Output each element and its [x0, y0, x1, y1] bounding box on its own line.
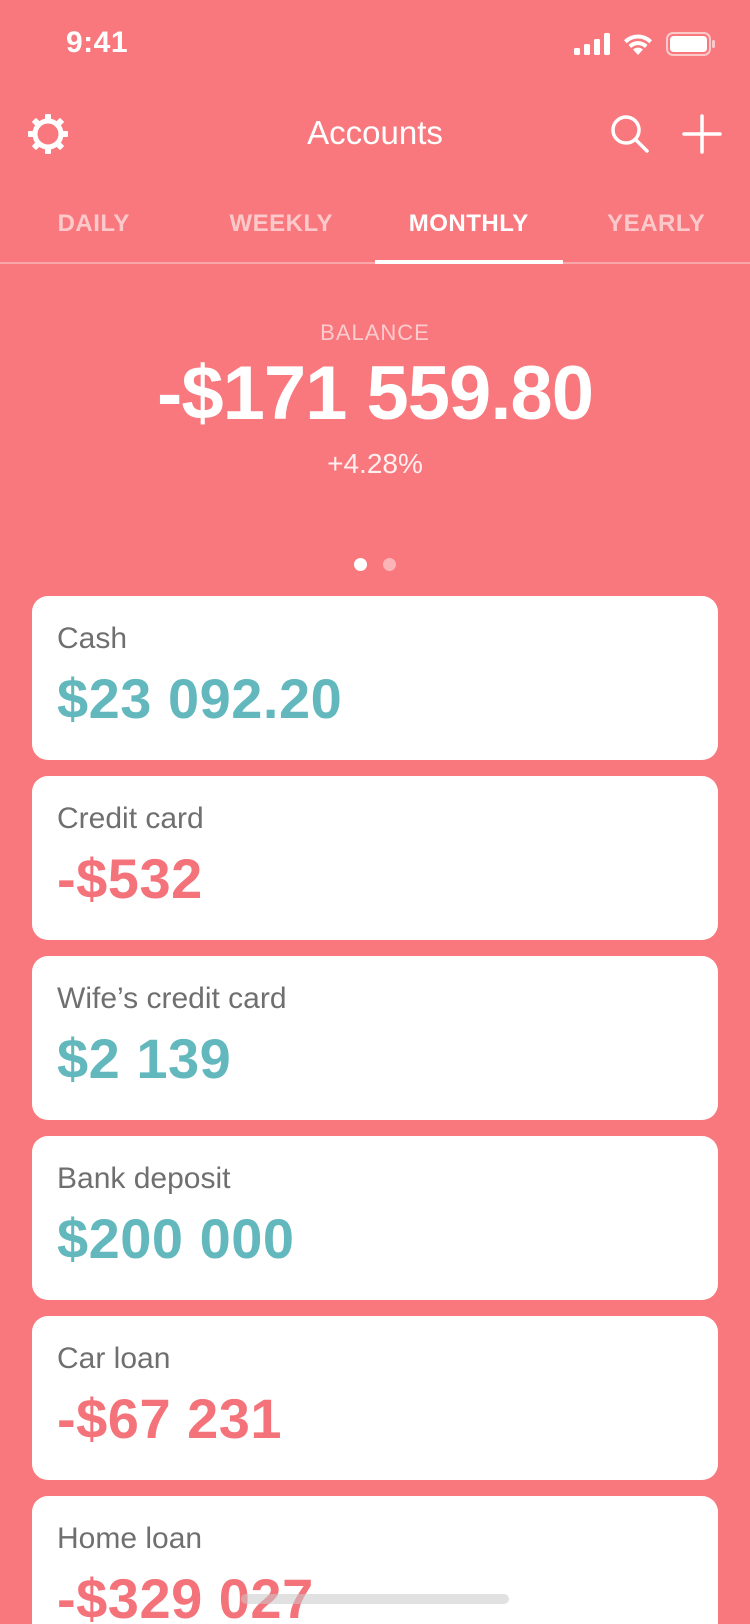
wifi-icon	[624, 34, 652, 55]
accounts-screen: 9:41 Accounts DAILY WEEKLY MONTHLY YEARL…	[0, 0, 750, 1624]
plus-icon	[682, 114, 722, 154]
account-amount: $200 000	[57, 1207, 295, 1270]
account-card-credit-card[interactable]: Credit card -$532	[32, 776, 718, 940]
account-card-car-loan[interactable]: Car loan -$67 231	[32, 1316, 718, 1480]
battery-icon	[666, 32, 715, 56]
app-header: Accounts	[0, 96, 750, 172]
cellular-signal-icon	[574, 33, 610, 55]
account-card-bank-deposit[interactable]: Bank deposit $200 000	[32, 1136, 718, 1300]
accounts-list: Cash $23 092.20 Credit card -$532 Wife’s…	[32, 596, 718, 1624]
tab-daily[interactable]: DAILY	[0, 188, 188, 262]
tab-monthly[interactable]: MONTHLY	[375, 188, 563, 264]
account-name: Wife’s credit card	[57, 982, 287, 1015]
account-name: Car loan	[57, 1342, 171, 1375]
tab-yearly[interactable]: YEARLY	[563, 188, 750, 262]
page-indicator	[0, 558, 750, 571]
status-bar: 9:41	[0, 0, 750, 90]
balance-label: BALANCE	[320, 320, 430, 345]
account-amount: $23 092.20	[57, 667, 343, 730]
account-name: Credit card	[57, 802, 204, 835]
status-icons	[574, 32, 716, 56]
balance-change: +4.28%	[327, 447, 423, 479]
account-name: Home loan	[57, 1522, 203, 1555]
page-dot-1[interactable]	[354, 558, 367, 571]
account-name: Cash	[57, 622, 128, 655]
account-card-home-loan[interactable]: Home loan -$329 027	[32, 1496, 718, 1624]
add-account-button[interactable]	[672, 104, 732, 164]
account-card-wifes-credit-card[interactable]: Wife’s credit card $2 139	[32, 956, 718, 1120]
balance-summary: BALANCE -$171 559.80 +4.28%	[0, 320, 750, 480]
page-dot-2[interactable]	[383, 558, 396, 571]
account-amount: $2 139	[57, 1027, 232, 1090]
account-name: Bank deposit	[57, 1162, 231, 1195]
home-indicator[interactable]	[241, 1594, 509, 1604]
account-card-cash[interactable]: Cash $23 092.20	[32, 596, 718, 760]
balance-value: -$171 559.80	[157, 351, 594, 436]
tab-weekly[interactable]: WEEKLY	[188, 188, 376, 262]
account-amount: -$532	[57, 847, 203, 910]
account-amount: -$67 231	[57, 1387, 283, 1450]
period-tabs: DAILY WEEKLY MONTHLY YEARLY	[0, 188, 750, 264]
search-button[interactable]	[600, 104, 660, 164]
search-icon	[611, 115, 649, 153]
status-time: 9:41	[66, 26, 129, 59]
